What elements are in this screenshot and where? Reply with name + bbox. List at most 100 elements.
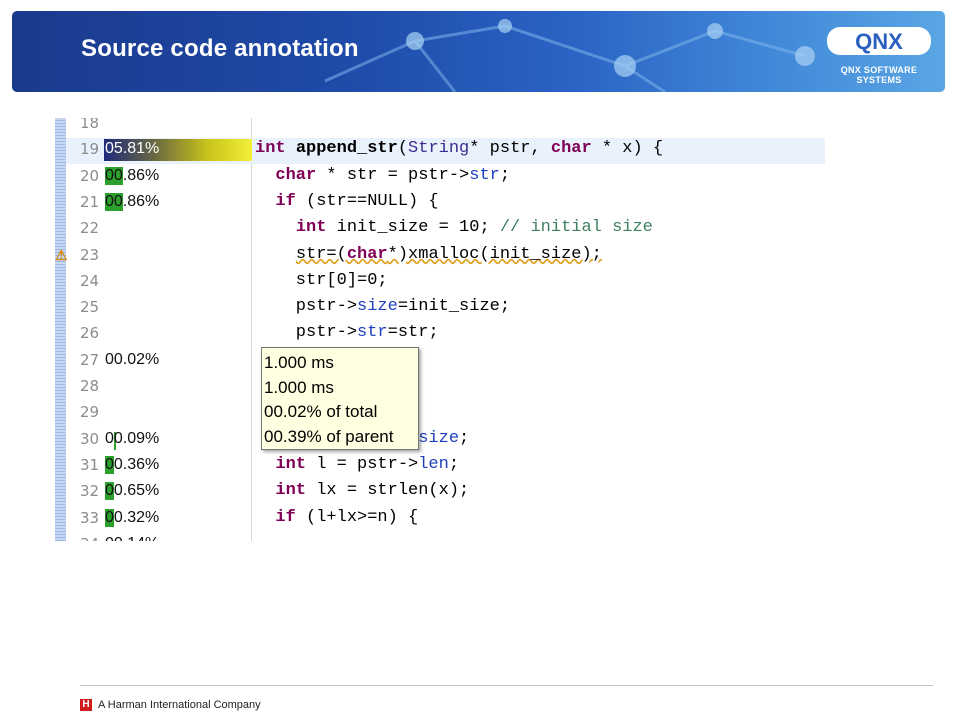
code-token: if: [275, 507, 296, 527]
code-token: =init_size;: [397, 297, 511, 317]
percentage-bar: 0: [105, 508, 114, 527]
percentage-bar: 00: [105, 166, 123, 185]
code-line[interactable]: 3400.14%: [66, 533, 825, 541]
code-text: if (str==NULL) {: [255, 191, 439, 211]
code-line[interactable]: 22 int init_size = 10; // initial size: [66, 217, 825, 243]
annotation-tooltip: 1.000 ms 1.000 ms 00.02% of total 00.39%…: [261, 347, 419, 450]
overview-ruler: [55, 118, 66, 541]
code-token: (: [397, 139, 409, 159]
percentage-bar: 0: [105, 482, 114, 501]
line-number: 22: [80, 219, 100, 238]
time-percentage: 00.65%: [105, 482, 160, 501]
page-title: Source code annotation: [81, 35, 359, 62]
title-banner: Source code annotation QNX QNX SOFTWARE …: [12, 11, 945, 92]
code-token: str[0]=0;: [255, 270, 388, 290]
qnx-logo-mark: QNX: [827, 27, 931, 55]
warning-icon[interactable]: ⚠: [55, 245, 68, 265]
time-percentage: 00.02%: [105, 350, 160, 368]
logo-subtitle: QNX SOFTWARE SYSTEMS: [840, 65, 918, 85]
code-token: char: [550, 139, 592, 159]
line-number: 33: [80, 508, 100, 527]
code-text: int append_str(String* pstr, char * x) {: [255, 139, 663, 158]
annotated-source-editor: ⚠ 18 19 05.81% int append_str(String* pstr,…: [55, 118, 825, 541]
code-token: *)xmalloc(init_size);: [387, 244, 602, 264]
code-token: append_str: [295, 139, 398, 159]
code-line[interactable]: 2700.02% pstr->len=0;: [66, 349, 825, 375]
tooltip-line: 00.02% of total: [264, 402, 378, 421]
code-token: size: [357, 297, 398, 317]
code-line[interactable]: 21 00.86% if (str==NULL) {: [66, 191, 825, 217]
code-line[interactable]: 18: [66, 118, 825, 138]
code-token: init_size = 10;: [326, 218, 500, 238]
time-percentage: 00.32%: [105, 508, 159, 527]
code-token: len: [418, 454, 449, 474]
line-number: 19: [80, 140, 100, 159]
code-line[interactable]: 3000.09% int n = pstr->size;: [66, 428, 825, 454]
code-token: char: [275, 165, 317, 185]
code-line[interactable]: 23 str=(char*)xmalloc(init_size);: [66, 244, 825, 270]
code-text: int l = pstr->len;: [255, 455, 459, 474]
tooltip-line: 00.39% of parent: [264, 426, 394, 446]
qnx-logo: QNX QNX SOFTWARE SYSTEMS: [827, 25, 931, 85]
code-token: str: [357, 323, 388, 343]
code-line[interactable]: 32 00.65% int lx = strlen(x);: [66, 480, 825, 506]
code-token: int: [295, 218, 327, 238]
code-token: pstr->: [255, 323, 358, 343]
code-token: lx = strlen(x);: [306, 481, 470, 501]
code-token: str=(: [295, 244, 347, 264]
percentage-text: 0.36%: [113, 455, 160, 473]
tooltip-line: 1.000 ms: [264, 353, 334, 372]
code-token: ;: [499, 165, 511, 185]
line-number: 26: [80, 324, 100, 343]
code-token: int: [275, 481, 307, 501]
percentage-bar: 00: [105, 192, 123, 211]
code-line[interactable]: 25 pstr->size=init_size;: [66, 296, 825, 322]
code-line[interactable]: 33 00.32% if (l+lx>=n) {: [66, 507, 825, 533]
time-percentage: 00.86%: [105, 166, 159, 185]
time-percentage: 00.14%: [105, 535, 159, 541]
code-line[interactable]: 29: [66, 401, 825, 427]
percentage-text: 0.65%: [113, 482, 160, 500]
code-line[interactable]: 31 00.36% int l = pstr->len;: [66, 454, 825, 480]
line-number: 24: [80, 271, 100, 290]
code-text: pstr->size=init_size;: [255, 297, 510, 316]
code-text: str=(char*)xmalloc(init_size);: [255, 245, 602, 264]
time-percentage: 00.36%: [105, 455, 160, 474]
code-text: char * str = pstr->str;: [255, 166, 510, 185]
code-token: (l+lx>=n) {: [295, 507, 419, 527]
line-number: 32: [80, 482, 100, 501]
code-token: * str = pstr->: [316, 165, 470, 185]
code-line[interactable]: 20 00.86% char * str = pstr->str;: [66, 165, 825, 191]
code-text: if (l+lx>=n) {: [255, 508, 418, 527]
percentage-bar: 0: [105, 455, 114, 474]
code-token: int: [255, 139, 286, 159]
code-text: int init_size = 10; // initial size: [255, 218, 653, 237]
code-token: ;: [459, 428, 470, 448]
line-number: 23: [80, 245, 100, 264]
footer-company: A Harman International Company: [98, 699, 261, 711]
code-token: // initial size: [499, 218, 653, 238]
code-line[interactable]: 24 str[0]=0;: [66, 270, 825, 296]
code-text: pstr->str=str;: [255, 323, 439, 342]
percentage-text: .86%: [122, 192, 160, 210]
code-token: (str==NULL) {: [295, 191, 439, 211]
code-token: if: [275, 191, 296, 211]
code-text: str[0]=0;: [255, 271, 388, 290]
line-number: 30: [80, 429, 100, 448]
code-text: int lx = strlen(x);: [255, 481, 469, 500]
code-token: ;: [448, 454, 460, 474]
code-line[interactable]: 28: [66, 375, 825, 401]
code-token: size: [418, 428, 460, 448]
code-line[interactable]: 26 pstr->str=str;: [66, 322, 825, 348]
code-token: * x) {: [591, 139, 664, 159]
time-percentage: 05.81%: [105, 140, 160, 158]
code-token: int: [275, 454, 307, 474]
code-line[interactable]: 19 05.81% int append_str(String* pstr, cha…: [66, 138, 825, 165]
